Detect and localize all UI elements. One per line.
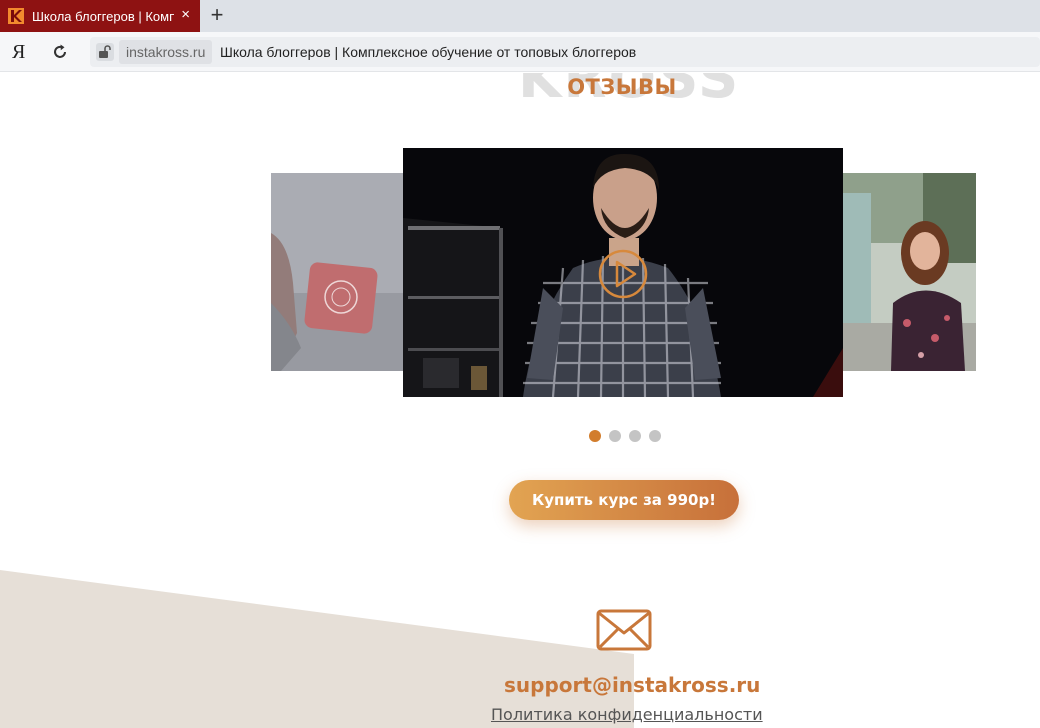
video-thumbnail-prev xyxy=(271,173,403,371)
tab-close-icon[interactable]: × xyxy=(181,6,190,24)
address-bar: Я instakross.ru Школа блоггеров | Компле… xyxy=(0,32,1040,72)
carousel-slide-prev[interactable] xyxy=(271,173,403,371)
domain-label: instakross.ru xyxy=(119,40,213,64)
reload-icon[interactable] xyxy=(50,42,70,62)
site-favicon-icon xyxy=(8,8,24,24)
carousel-pagination xyxy=(589,430,661,442)
privacy-policy-link[interactable]: Политика конфиденциальности xyxy=(491,705,763,724)
tab-bar: Школа блоггеров | Комплексное обучение о… xyxy=(0,0,1040,32)
url-field[interactable]: instakross.ru Школа блоггеров | Комплекс… xyxy=(90,37,1040,67)
new-tab-button[interactable]: + xyxy=(206,4,228,26)
carousel-dot[interactable] xyxy=(589,430,601,442)
carousel-dot[interactable] xyxy=(629,430,641,442)
carousel-slide-next[interactable] xyxy=(843,173,976,371)
mail-icon xyxy=(596,609,652,651)
carousel-dot[interactable] xyxy=(609,430,621,442)
video-thumbnail-next xyxy=(843,173,976,371)
carousel-dot[interactable] xyxy=(649,430,661,442)
buy-course-button[interactable]: Купить курс за 990р! xyxy=(509,480,739,520)
unlocked-padlock-icon[interactable] xyxy=(96,43,114,61)
tab-title: Школа блоггеров | Комплексное обучение о… xyxy=(32,8,174,24)
carousel-slide-active[interactable] xyxy=(403,148,843,397)
section-title: ОТЗЫВЫ xyxy=(567,75,677,99)
address-page-title: Школа блоггеров | Комплексное обучение о… xyxy=(220,44,637,60)
page-viewport: KROSS ОТЗЫВЫ Купить курс за 990р! suppor… xyxy=(0,73,1040,728)
support-email-link[interactable]: support@instakross.ru xyxy=(504,673,760,697)
play-icon[interactable] xyxy=(597,248,649,300)
browser-tab-active[interactable]: Школа блоггеров | Комплексное обучение о… xyxy=(0,0,200,32)
yandex-button[interactable]: Я xyxy=(12,41,25,64)
